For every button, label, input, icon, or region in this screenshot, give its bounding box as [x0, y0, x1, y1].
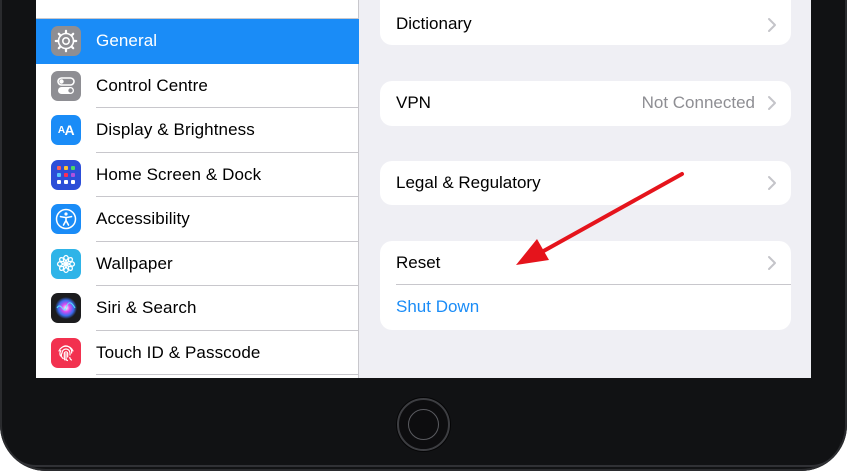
- group-legal: Legal & Regulatory: [380, 160, 791, 206]
- reset-row[interactable]: Reset: [380, 241, 791, 285]
- sidebar-item-general[interactable]: General: [36, 19, 359, 64]
- sidebar-item-control-centre[interactable]: Control Centre: [36, 64, 359, 108]
- fingerprint-icon: [51, 337, 81, 368]
- settings-screen: General Control Centre AA Display & Brig…: [36, 0, 811, 378]
- reset-label: Reset: [396, 252, 441, 272]
- group-vpn: VPN Not Connected: [380, 81, 791, 126]
- sidebar-item-label: Accessibility: [96, 209, 190, 229]
- dictionary-label: Dictionary: [396, 14, 472, 33]
- accessibility-icon: [51, 204, 81, 235]
- vpn-row[interactable]: VPN Not Connected: [380, 81, 791, 126]
- app-grid-icon: [51, 159, 81, 190]
- legal-regulatory-row[interactable]: Legal & Regulatory: [380, 161, 791, 206]
- home-button-ring: [408, 409, 439, 440]
- chevron-right-icon: [768, 255, 776, 270]
- sidebar-item-previous[interactable]: [36, 0, 359, 19]
- sidebar-item-wallpaper[interactable]: Wallpaper: [36, 242, 359, 286]
- sidebar-item-label: Home Screen & Dock: [96, 164, 262, 184]
- sidebar-item-accessibility[interactable]: Accessibility: [36, 197, 359, 242]
- home-button[interactable]: [397, 398, 450, 451]
- vpn-label: VPN: [396, 93, 431, 113]
- sidebar-separator: [96, 374, 359, 375]
- gear-icon: [51, 26, 81, 57]
- sidebar-item-label: Wallpaper: [96, 253, 173, 273]
- sidebar-item-display-brightness[interactable]: AA Display & Brightness: [36, 108, 359, 153]
- sidebar-item-home-screen-dock[interactable]: Home Screen & Dock: [36, 153, 359, 197]
- chevron-right-icon: [768, 175, 776, 190]
- group-dictionary: Dictionary: [380, 0, 791, 45]
- sidebar-item-label: Touch ID & Passcode: [96, 342, 261, 362]
- chevron-right-icon: [768, 96, 776, 111]
- sidebar-item-label: General: [96, 31, 158, 51]
- vpn-status: Not Connected: [641, 93, 755, 113]
- flower-icon: [51, 248, 81, 279]
- group-reset-shutdown: Reset Shut Down: [380, 240, 791, 330]
- sidebar-item-touch-id-passcode[interactable]: Touch ID & Passcode: [36, 331, 359, 375]
- sidebar-item-siri-search[interactable]: Siri & Search: [36, 286, 359, 331]
- chevron-right-icon: [768, 18, 776, 32]
- sidebar-item-label: Control Centre: [96, 75, 208, 95]
- dictionary-row[interactable]: Dictionary: [380, 0, 791, 45]
- siri-icon: [51, 293, 81, 324]
- settings-sidebar: General Control Centre AA Display & Brig…: [36, 0, 359, 378]
- legal-regulatory-label: Legal & Regulatory: [396, 172, 541, 192]
- shut-down-button[interactable]: Shut Down: [396, 297, 479, 317]
- shut-down-row[interactable]: Shut Down: [380, 285, 791, 330]
- sidebar-item-label: Display & Brightness: [96, 120, 255, 140]
- text-size-icon: AA: [51, 115, 81, 146]
- sidebar-item-label: Siri & Search: [96, 298, 197, 318]
- toggles-icon: [51, 70, 81, 101]
